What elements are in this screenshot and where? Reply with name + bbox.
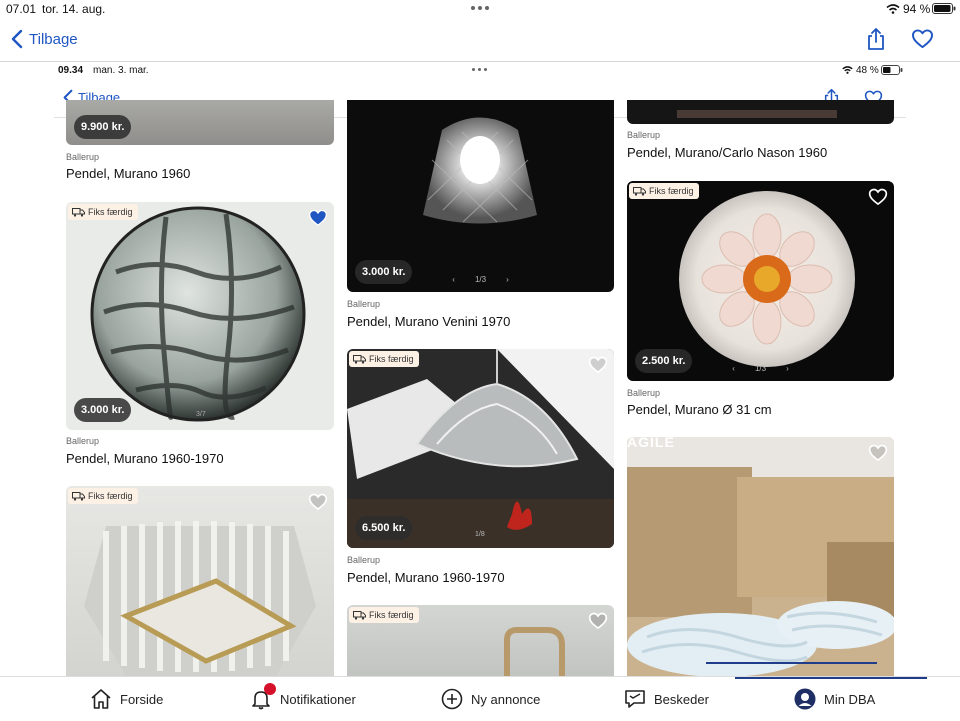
listing-title[interactable]: Pendel, Murano Venini 1970 (347, 314, 510, 329)
outer-status-date: tor. 14. aug. (42, 2, 106, 16)
tab-messages-label: Beskeder (654, 691, 709, 707)
message-icon (625, 690, 645, 708)
listing-image[interactable]: Fiks færdig 2.500 kr. ‹ 1/3 › (627, 181, 894, 381)
tab-my-dba[interactable]: Min DBA (794, 677, 875, 721)
user-profile-icon (794, 688, 816, 710)
listing-image[interactable]: Fiks færdig (66, 486, 334, 676)
heart-icon[interactable] (911, 29, 934, 49)
tab-notifications[interactable]: Notifikationer (250, 677, 356, 721)
outer-status-time: 07.01 (6, 2, 37, 16)
outer-status-bar: 07.01 tor. 14. aug. 94 % (0, 0, 960, 18)
price-tag: 9.900 kr. (74, 115, 132, 139)
fiks-faerdig-badge: Fiks færdig (349, 351, 419, 367)
notification-badge (264, 683, 276, 695)
outer-battery-percent: 94 % (903, 2, 931, 16)
lamp-photo (90, 206, 306, 422)
listing-image[interactable]: 9.900 kr. (66, 100, 334, 145)
favorite-heart-icon[interactable] (308, 492, 328, 512)
lamp-photo (627, 437, 894, 676)
battery-icon (932, 3, 956, 14)
image-pager: 3/7 (196, 411, 206, 418)
listing-image[interactable] (627, 100, 894, 124)
tab-home-label: Forside (120, 691, 164, 707)
listing-location: Ballerup (66, 152, 100, 162)
sign-text: AGILE (627, 437, 675, 450)
price-tag: 3.000 kr. (355, 260, 413, 284)
plus-circle-icon (441, 688, 463, 710)
listing-title[interactable]: Pendel, Murano/Carlo Nason 1960 (627, 145, 827, 160)
tab-new-ad[interactable]: Ny annonce (441, 677, 540, 721)
badge-label: Fiks færdig (369, 610, 414, 620)
listing-image[interactable]: Fiks færdig 6.500 kr. 1/8 (347, 349, 614, 548)
bottom-tab-bar: Forside Notifikationer Ny annonce Besked… (0, 676, 960, 720)
inner-status-date: man. 3. mar. (93, 65, 149, 76)
inner-battery-percent: 48 % (856, 65, 879, 76)
notification-icon-wrap (250, 683, 276, 710)
inner-tab-indicator (706, 662, 877, 664)
listing-title[interactable]: Pendel, Murano 1960 (66, 166, 190, 181)
outer-back-button[interactable]: Tilbage (10, 29, 78, 49)
image-pager[interactable]: ‹ 1/3 › (452, 275, 508, 284)
inner-status-time: 09.34 (58, 65, 84, 76)
listing-title[interactable]: Pendel, Murano Ø 31 cm (627, 402, 772, 417)
favorite-heart-icon-active[interactable] (308, 208, 328, 228)
truck-icon (353, 354, 366, 364)
chevron-left-icon (11, 29, 23, 49)
favorite-heart-icon[interactable] (588, 611, 608, 631)
listing-location: Ballerup (66, 436, 100, 446)
favorite-heart-icon[interactable] (868, 187, 888, 207)
truck-icon (353, 610, 366, 620)
listing-image[interactable]: Fiks færdig 3.000 kr. 3/7 (66, 202, 334, 430)
fiks-faerdig-badge: Fiks færdig (349, 607, 419, 623)
outer-nav-bar: Tilbage (0, 18, 960, 62)
pager-counter: 1/3 (754, 364, 767, 373)
listing-title[interactable]: Pendel, Murano 1960-1970 (347, 570, 505, 585)
fiks-faerdig-badge: Fiks færdig (629, 183, 699, 199)
price-tag: 2.500 kr. (635, 349, 693, 373)
listing-location: Ballerup (627, 388, 661, 398)
multitask-dots-icon[interactable] (471, 6, 489, 10)
fiks-faerdig-badge: Fiks færdig (68, 204, 138, 220)
tab-home[interactable]: Forside (90, 677, 163, 721)
image-pager[interactable]: ‹ 1/3 › (732, 364, 788, 373)
outer-back-label: Tilbage (29, 30, 78, 48)
badge-label: Fiks færdig (369, 354, 414, 364)
listing-image[interactable]: Fiks færdig (347, 605, 614, 676)
truck-icon (72, 207, 85, 217)
favorite-heart-icon[interactable] (868, 443, 888, 463)
inner-status-bar: 09.34 man. 3. mar. 48 % (54, 62, 906, 80)
tab-my-dba-label: Min DBA (824, 691, 876, 707)
listing-location: Ballerup (627, 130, 661, 140)
tab-messages[interactable]: Beskeder (624, 677, 709, 721)
price-tag: 6.500 kr. (355, 516, 413, 540)
truck-icon (633, 186, 646, 196)
image-pager: 1/8 (475, 531, 485, 538)
share-icon[interactable] (866, 27, 886, 51)
listing-image[interactable]: AGILE (627, 437, 894, 676)
tab-new-ad-label: Ny annonce (471, 691, 541, 707)
listing-title[interactable]: Pendel, Murano 1960-1970 (66, 451, 224, 466)
favorite-heart-icon[interactable] (588, 355, 608, 375)
listing-location: Ballerup (347, 299, 381, 309)
inner-battery-icon (881, 65, 903, 75)
inner-multitask-dots-icon (472, 68, 487, 71)
listing-location: Ballerup (347, 555, 381, 565)
badge-label: Fiks færdig (649, 186, 694, 196)
inner-screenshot: 09.34 man. 3. mar. 48 % Tilbage 9.900 kr… (54, 62, 906, 676)
price-tag: 3.000 kr. (74, 398, 132, 422)
inner-wifi-icon (842, 66, 853, 74)
badge-label: Fiks færdig (88, 207, 133, 217)
pager-counter: 1/3 (474, 275, 487, 284)
truck-icon (72, 491, 85, 501)
badge-label: Fiks færdig (88, 491, 133, 501)
lamp-photo (84, 521, 316, 676)
home-icon (91, 689, 111, 709)
listing-image[interactable]: 3.000 kr. ‹ 1/3 › (347, 100, 614, 292)
wifi-icon (886, 4, 900, 14)
fiks-faerdig-badge: Fiks færdig (68, 488, 138, 504)
tab-notifications-label: Notifikationer (280, 691, 356, 707)
